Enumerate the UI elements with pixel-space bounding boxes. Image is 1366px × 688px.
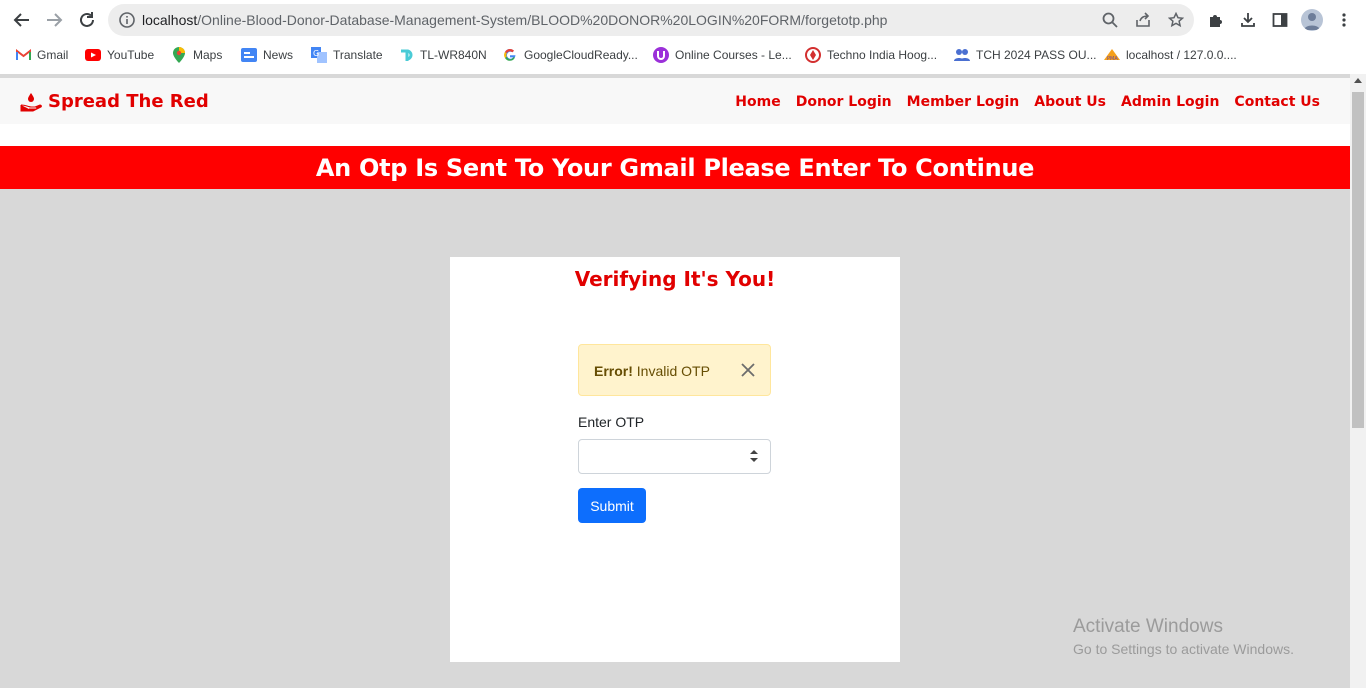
techno-icon [805,47,821,63]
back-arrow-icon [13,13,29,27]
url-path: /Online-Blood-Donor-Database-Management-… [197,12,888,28]
bookmark-label: Techno India Hoog... [827,48,938,62]
bookmark-localhost[interactable]: PMA localhost / 127.0.0.... [1104,46,1237,64]
maps-icon [171,47,187,63]
back-button[interactable] [10,8,34,32]
bookmark-label: Maps [193,48,223,62]
svg-text:PMA: PMA [1107,56,1118,62]
bookmark-label: TL-WR840N [420,48,487,62]
reload-button[interactable] [75,8,99,32]
nav-links: Home Donor Login Member Login About Us A… [735,94,1320,110]
nav-link-member-login[interactable]: Member Login [907,94,1020,110]
download-icon[interactable] [1237,9,1259,31]
translate-icon: G [311,47,327,63]
gmail-icon [15,47,31,63]
navbar-spacer [0,124,1350,146]
windows-activation-watermark: Activate Windows Go to Settings to activ… [1073,616,1294,657]
alert-message: Error! Invalid OTP [594,363,710,379]
site-brand[interactable]: Spread The Red [20,91,209,112]
address-bar[interactable]: localhost/Online-Blood-Donor-Database-Ma… [108,4,1194,36]
bookmark-label: Translate [333,48,383,62]
otp-banner: An Otp Is Sent To Your Gmail Please Ente… [0,146,1350,189]
bookmark-translate[interactable]: G Translate [311,46,383,64]
bookmark-techno-india[interactable]: Techno India Hoog... [805,46,937,64]
forward-button[interactable] [42,8,66,32]
card-title: Verifying It's You! [574,267,776,291]
bookmark-tplink[interactable]: TL-WR840N [398,46,487,64]
close-icon[interactable] [739,361,757,379]
bookmark-news[interactable]: News [241,46,293,64]
bookmark-label: Online Courses - Le... [675,48,792,62]
forward-arrow-icon [47,13,63,27]
bookmark-label: TCH 2024 PASS OU... [976,48,1097,62]
person-icon [1304,13,1320,30]
youtube-icon [85,47,101,63]
zoom-search-icon[interactable] [1100,10,1120,30]
scroll-up-arrow-icon[interactable] [1354,78,1362,83]
nav-link-contact-us[interactable]: Contact Us [1234,94,1320,110]
watermark-subtitle: Go to Settings to activate Windows. [1073,641,1294,657]
extensions-icon[interactable] [1205,9,1227,31]
share-icon[interactable] [1133,10,1153,30]
url-text: localhost/Online-Blood-Donor-Database-Ma… [142,12,887,28]
site-info-icon[interactable] [118,11,136,29]
profile-avatar[interactable] [1301,9,1323,31]
page-content: Spread The Red Home Donor Login Member L… [0,74,1350,688]
alert-strong: Error! [594,363,633,379]
reload-icon [80,12,94,27]
banner-heading: An Otp Is Sent To Your Gmail Please Ente… [315,153,1035,182]
nav-link-donor-login[interactable]: Donor Login [796,94,892,110]
bookmark-label: YouTube [107,48,155,62]
side-panel-icon[interactable] [1269,9,1291,31]
svg-text:G: G [313,49,319,58]
bookmark-label: localhost / 127.0.0.... [1126,48,1237,62]
otp-input[interactable] [578,439,771,474]
blood-drop-hand-icon [20,92,42,111]
bookmark-star-icon[interactable] [1166,10,1186,30]
bookmark-gmail[interactable]: Gmail [15,46,68,64]
bookmark-youtube[interactable]: YouTube [85,46,154,64]
group-icon [954,47,970,63]
news-icon [241,47,257,63]
google-icon [502,47,518,63]
bookmark-online-courses[interactable]: Online Courses - Le... [653,46,792,64]
bookmark-googlecloud[interactable]: GoogleCloudReady... [502,46,638,64]
bookmark-label: News [263,48,294,62]
submit-button[interactable]: Submit [578,488,646,523]
bookmark-tch-2024[interactable]: TCH 2024 PASS OU... [954,46,1097,64]
error-alert: Error! Invalid OTP [578,344,771,396]
browser-menu-icon[interactable] [1333,9,1355,31]
bookmarks-bar: Gmail YouTube Maps News G Translate TL-W… [0,42,1366,68]
otp-label: Enter OTP [578,414,645,430]
otp-card: Verifying It's You! Error! Invalid OTP E… [450,257,900,662]
nav-link-about-us[interactable]: About Us [1034,94,1106,110]
scroll-thumb[interactable] [1352,92,1364,428]
bookmark-label: Gmail [37,48,69,62]
browser-chrome: localhost/Online-Blood-Donor-Database-Ma… [0,0,1366,74]
courses-icon [653,47,669,63]
page-scrollbar[interactable] [1350,74,1366,688]
bookmark-label: GoogleCloudReady... [524,48,638,62]
number-spinner-icon[interactable] [749,448,759,464]
site-navbar: Spread The Red Home Donor Login Member L… [0,78,1350,124]
pma-icon: PMA [1104,47,1120,63]
nav-link-home[interactable]: Home [735,94,780,110]
brand-name: Spread The Red [48,91,209,112]
url-host: localhost [142,12,198,28]
bookmark-maps[interactable]: Maps [171,46,222,64]
alert-text: Invalid OTP [632,363,710,379]
browser-toolbar: localhost/Online-Blood-Donor-Database-Ma… [0,0,1366,40]
tplink-icon [398,47,414,63]
nav-link-admin-login[interactable]: Admin Login [1121,94,1219,110]
watermark-title: Activate Windows [1073,616,1223,637]
